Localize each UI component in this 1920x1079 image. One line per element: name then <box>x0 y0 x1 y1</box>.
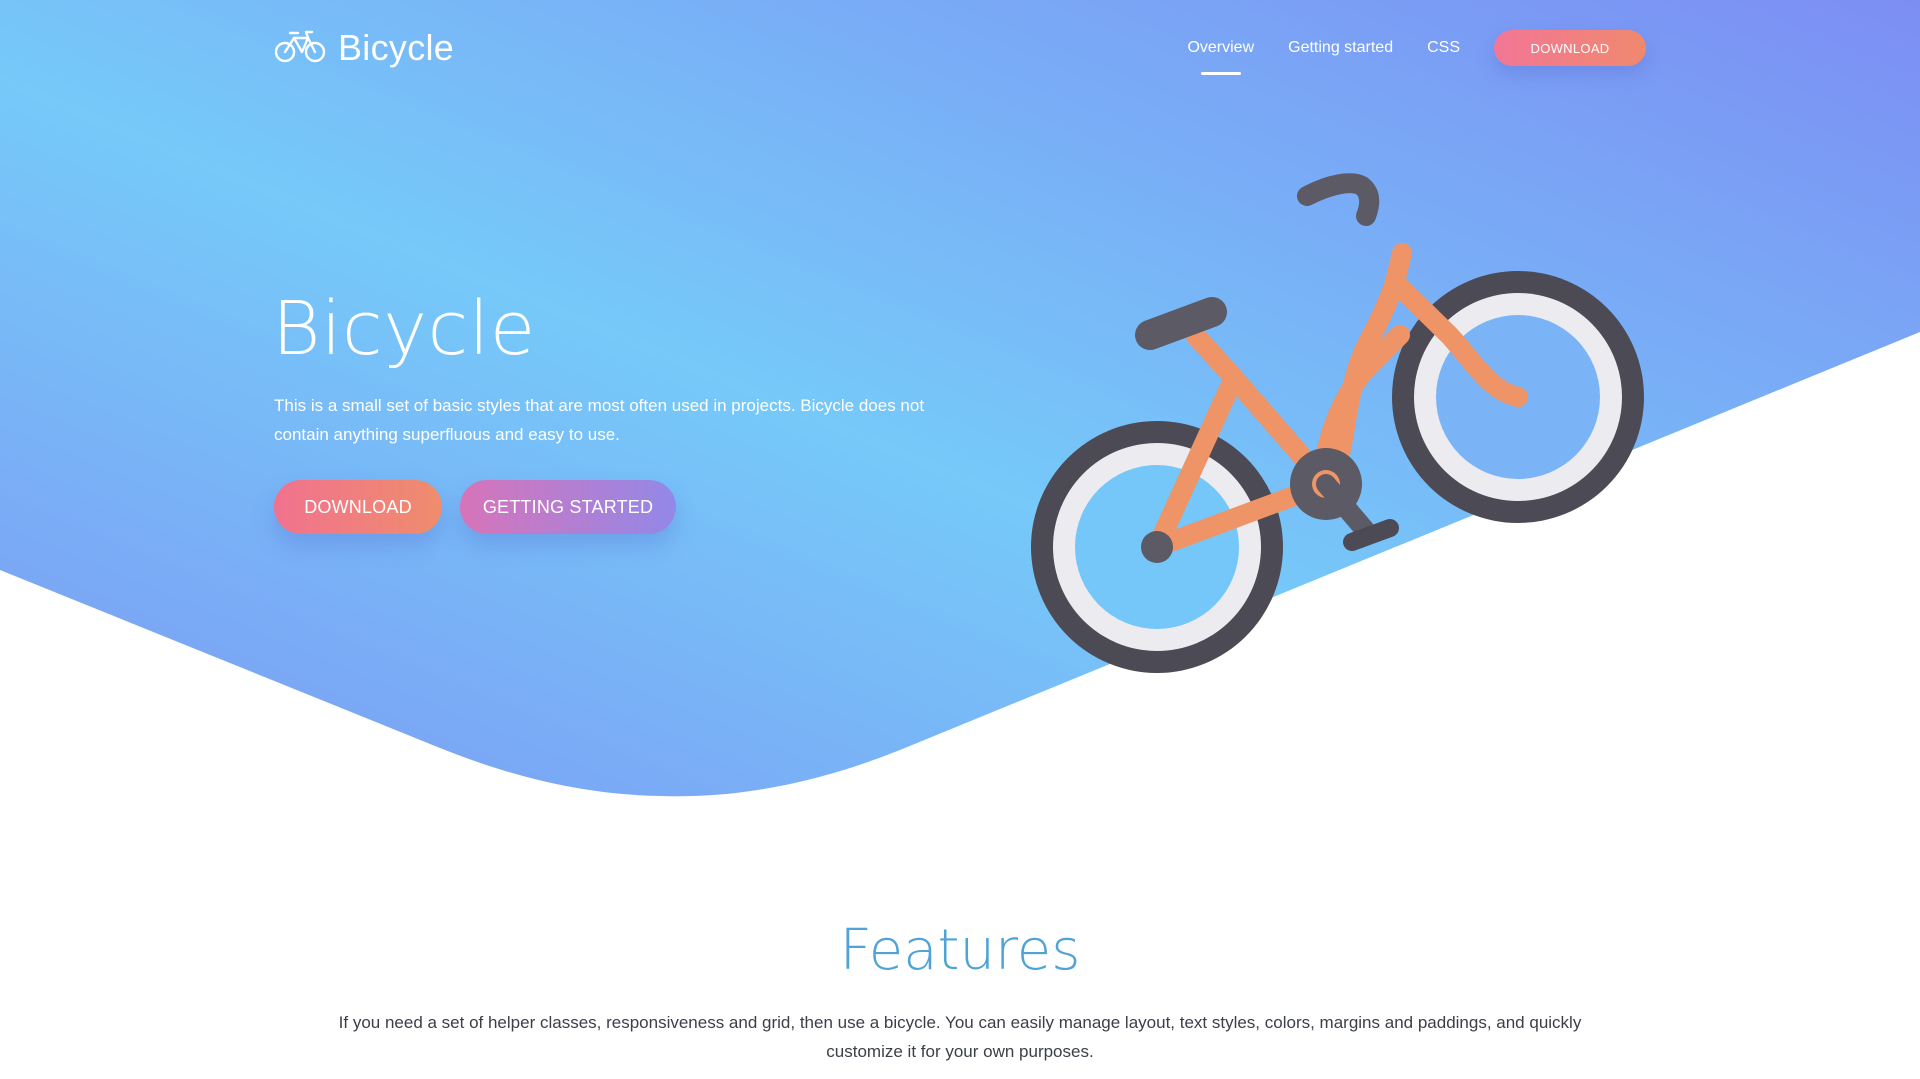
hero-getting-started-button[interactable]: GETTING STARTED <box>460 480 676 534</box>
bike-handlebar <box>1297 173 1380 226</box>
brand-name: Bicycle <box>338 27 455 68</box>
top-nav: Bicycle Overview Getting started CSS DOW… <box>274 20 1646 76</box>
hero-description: This is a small set of basic styles that… <box>274 396 925 444</box>
hero-actions: DOWNLOAD GETTING STARTED <box>274 480 676 534</box>
hero-title: Bicycle <box>272 286 536 372</box>
nav-download-button[interactable]: DOWNLOAD <box>1494 30 1646 66</box>
nav-link-css[interactable]: CSS <box>1427 27 1460 69</box>
rear-hub <box>1141 531 1173 563</box>
brand-link[interactable]: Bicycle <box>274 27 454 69</box>
hero-download-button[interactable]: DOWNLOAD <box>274 480 442 534</box>
features-title: Features <box>839 918 1081 983</box>
nav-link-overview[interactable]: Overview <box>1187 27 1254 69</box>
crank <box>1290 448 1399 551</box>
nav-menu: Overview Getting started CSS DOWNLOAD <box>1187 27 1646 69</box>
nav-link-getting-started[interactable]: Getting started <box>1288 27 1393 69</box>
features-description: If you need a set of helper classes, res… <box>338 1013 1582 1061</box>
bicycle-icon <box>274 28 326 69</box>
bicycle-illustration <box>1031 173 1644 673</box>
landing-page: Bicycle Overview Getting started CSS DOW… <box>0 0 1920 1079</box>
